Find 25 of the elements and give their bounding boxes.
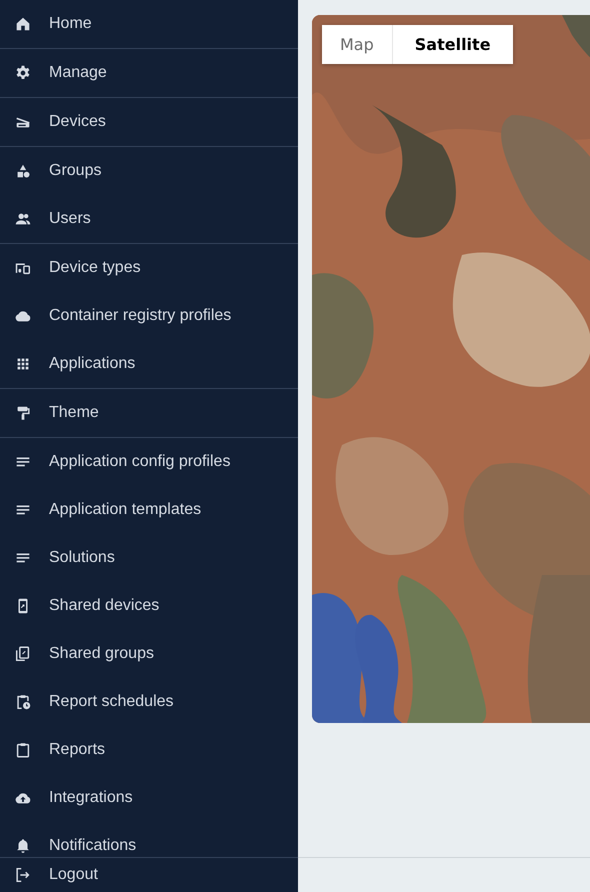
sidebar-item[interactable]: Report schedules [0,678,298,726]
clipboard-icon [14,741,32,759]
sidebar-item[interactable]: Groups [0,147,298,195]
sidebar-item[interactable]: Manage [0,49,298,97]
sidebar-item[interactable]: Users [0,195,298,243]
sidebar-item[interactable]: Device types [0,244,298,292]
map-type-tab[interactable]: Satellite [392,25,513,64]
sidebar-item[interactable]: Solutions [0,534,298,582]
sidebar-item[interactable]: Integrations [0,774,298,822]
sidebar-item[interactable]: Reports [0,726,298,774]
logout-icon [14,866,32,884]
map-type-tab[interactable]: Map [322,25,392,64]
sidebar-item[interactable]: Home [0,0,298,48]
home-icon [14,15,32,33]
logout-item[interactable]: Logout [0,857,298,892]
settings-icon [14,64,32,82]
sidebar-item[interactable]: Applications [0,340,298,388]
sidebar-item[interactable]: Devices [0,98,298,146]
sidebar-item[interactable]: Shared devices [0,582,298,630]
sidebar-item[interactable]: Application config profiles [0,438,298,486]
sidebar-item[interactable]: Shared groups [0,630,298,678]
sidebar-item[interactable]: Theme [0,389,298,437]
sidebar-item[interactable]: Container registry profiles [0,292,298,340]
copy-icon [14,645,32,663]
sidebar-item[interactable]: Application templates [0,486,298,534]
